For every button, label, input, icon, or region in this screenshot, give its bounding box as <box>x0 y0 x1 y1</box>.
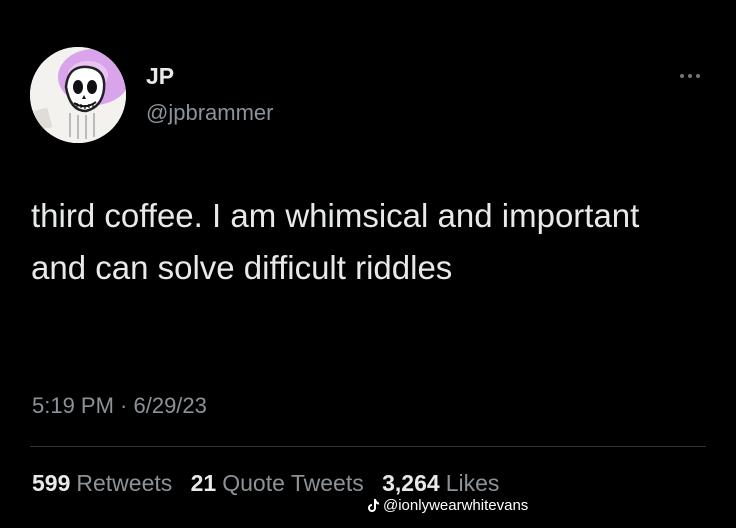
retweets-stat[interactable]: 599 Retweets <box>32 470 172 496</box>
more-options-button[interactable] <box>672 64 708 88</box>
watermark: @ionlywearwhitevans <box>366 497 528 514</box>
more-icon-dot <box>688 74 692 78</box>
watermark-text: @ionlywearwhitevans <box>383 497 529 514</box>
author-handle[interactable]: @jpbrammer <box>146 100 273 126</box>
quote-tweets-label: Quote Tweets <box>222 470 364 496</box>
author-name[interactable]: JP <box>146 63 174 90</box>
quote-tweets-stat[interactable]: 21 Quote Tweets <box>191 470 364 496</box>
retweets-count: 599 <box>32 470 71 496</box>
likes-stat[interactable]: 3,264 Likes <box>382 470 499 496</box>
divider <box>30 446 706 447</box>
more-icon-dot <box>696 74 700 78</box>
retweets-label: Retweets <box>76 470 173 496</box>
likes-label: Likes <box>445 470 500 496</box>
skeleton-avatar-icon <box>30 47 126 143</box>
engagement-stats: 599 Retweets 21 Quote Tweets 3,264 Likes <box>32 470 499 497</box>
tiktok-icon <box>368 499 379 512</box>
tweet-text: third coffee. I am whimsical and importa… <box>31 197 640 286</box>
tweet-timestamp[interactable]: 5:19 PM · 6/29/23 <box>32 393 207 419</box>
quote-tweets-count: 21 <box>190 470 217 496</box>
likes-count: 3,264 <box>382 470 440 496</box>
avatar[interactable] <box>30 47 126 143</box>
more-icon <box>680 74 684 78</box>
